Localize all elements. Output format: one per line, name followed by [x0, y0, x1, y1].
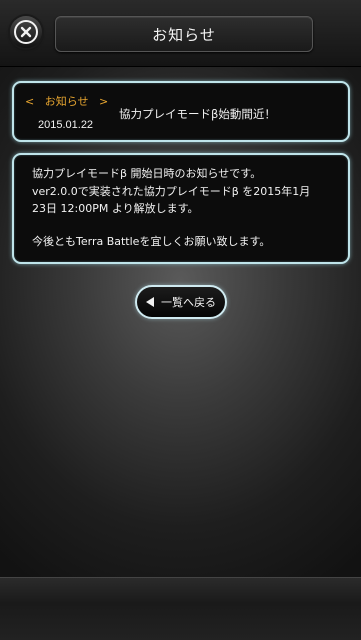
back-to-list-button[interactable]: 一覧へ戻る [135, 285, 227, 319]
notice-date: 2015.01.22 [38, 119, 94, 131]
body-line: ver2.0.0で実装された協力プレイモードβ を2015年1月 [32, 184, 311, 198]
page-title: お知らせ [55, 16, 313, 52]
notice-summary-card: < お知らせ > 2015.01.22 協力プレイモードβ始動間近！ [12, 81, 350, 142]
notice-body-card: 協力プレイモードβ 開始日時のお知らせです。 ver2.0.0で実装された協力プ… [12, 153, 350, 264]
category-open-bracket: < [25, 95, 35, 108]
category-label: お知らせ [44, 95, 89, 108]
close-button[interactable] [10, 16, 42, 48]
body-line: 23日 12:00PM より解放します。 [32, 202, 199, 215]
category-close-bracket: > [99, 95, 109, 108]
notice-body-text: 協力プレイモードβ 開始日時のお知らせです。 ver2.0.0で実装された協力プ… [32, 165, 342, 250]
close-circle-icon [14, 20, 38, 44]
notice-category: < お知らせ > [25, 93, 108, 109]
back-button-label: 一覧へ戻る [161, 296, 216, 309]
triangle-left-icon [146, 297, 154, 307]
body-line: 今後ともTerra Battleを宜しくお願い致します。 [32, 234, 271, 248]
body-line: 協力プレイモードβ 開始日時のお知らせです。 [32, 167, 262, 180]
footer-bar [0, 577, 361, 640]
header-bar: お知らせ [0, 0, 361, 67]
notice-headline: 協力プレイモードβ始動間近！ [119, 107, 276, 121]
